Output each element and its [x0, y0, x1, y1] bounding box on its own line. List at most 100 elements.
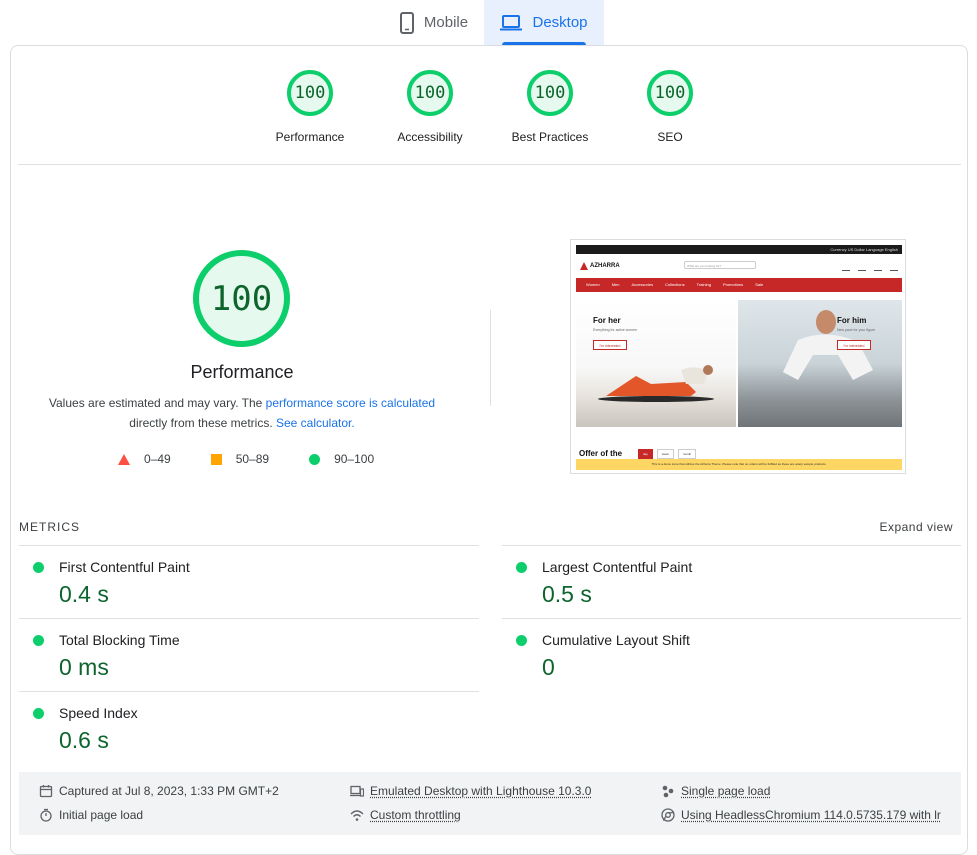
- tab-desktop-label: Desktop: [532, 14, 588, 31]
- score-value: 100: [287, 70, 333, 116]
- laptop-icon: [500, 14, 523, 31]
- metric-value: 0.5 s: [542, 581, 592, 607]
- score-label: Best Practices: [511, 130, 589, 144]
- stopwatch-icon: [40, 808, 52, 822]
- legend-fail: 0–49: [118, 452, 171, 466]
- see-calculator-link[interactable]: See calculator.: [276, 416, 355, 430]
- final-screenshot[interactable]: Currency US Dollar Language English AZHA…: [570, 239, 906, 474]
- divider: [502, 618, 961, 619]
- score-gauge-seo[interactable]: 100 SEO: [620, 70, 720, 144]
- captured-text: Captured at Jul 8, 2023, 1:33 PM GMT+2: [59, 784, 279, 798]
- circle-icon: [309, 453, 321, 465]
- logo-icon: [580, 262, 588, 270]
- thumb-hero-her: For her Everything for active women I'm …: [576, 300, 736, 427]
- performance-description: Values are estimated and may vary. The p…: [30, 393, 454, 433]
- metric-value: 0.6 s: [59, 727, 109, 753]
- hero-button: I'm interested: [837, 340, 871, 350]
- pass-circle-icon: [516, 562, 527, 573]
- triangle-icon: [118, 453, 130, 465]
- initial-page-load: Initial page load: [39, 808, 143, 822]
- thumb-offer-title: Offer of the: [579, 449, 623, 458]
- divider: [502, 545, 961, 546]
- emulated-device[interactable]: Emulated Desktop with Lighthouse 10.3.0: [350, 784, 591, 798]
- thumb-nav-item: Promotions: [722, 282, 744, 287]
- thumb-offer-tabs: day week month: [638, 449, 697, 459]
- metric-value: 0 ms: [59, 654, 109, 680]
- woman-exercising-image: [598, 365, 714, 402]
- score-gauge-accessibility[interactable]: 100 Accessibility: [380, 70, 480, 144]
- emulated-text: Emulated Desktop with Lighthouse 10.3.0: [370, 784, 592, 798]
- square-icon: [210, 453, 222, 465]
- score-legend: 0–49 50–89 90–100: [118, 452, 414, 466]
- thumb-nav-item: Training: [696, 282, 711, 287]
- pass-circle-icon: [516, 635, 527, 646]
- expand-view-button[interactable]: Expand view: [879, 520, 953, 534]
- chrome-icon: [661, 808, 675, 822]
- initial-load-text: Initial page load: [59, 808, 144, 822]
- single-page-icon: [662, 785, 674, 798]
- metric-name: Largest Contentful Paint: [542, 559, 693, 575]
- legend-label: 50–89: [235, 452, 270, 466]
- description-text: Values are estimated and may vary. The: [48, 396, 266, 410]
- vertical-divider: [490, 310, 491, 406]
- hero-title: For her: [593, 316, 621, 325]
- score-gauge-performance[interactable]: 100 Performance: [260, 70, 360, 144]
- score-label: Accessibility: [397, 130, 463, 144]
- heart-icon: [874, 260, 882, 271]
- single-page-load[interactable]: Single page load: [661, 784, 770, 798]
- score-value: 100: [527, 70, 573, 116]
- metric-name: Cumulative Layout Shift: [542, 632, 690, 648]
- thumb-nav-item: Accessories: [631, 282, 654, 287]
- pass-circle-icon: [33, 708, 44, 719]
- score-gauge-best-practices[interactable]: 100 Best Practices: [500, 70, 600, 144]
- tab-mobile-label: Mobile: [423, 14, 469, 31]
- devices-icon: [350, 785, 364, 797]
- performance-score-link[interactable]: performance score is calculated: [266, 396, 435, 410]
- thumb-nav-item: Women: [586, 282, 600, 287]
- tab-desktop[interactable]: Desktop: [484, 0, 604, 45]
- hero-subtitle: New pace for your figure: [837, 328, 876, 332]
- offer-tab: day: [638, 449, 653, 459]
- description-text: directly from these metrics.: [129, 416, 276, 430]
- score-value: 100: [647, 70, 693, 116]
- metric-name: Speed Index: [59, 705, 138, 721]
- thumb-nav-item: Sale: [755, 282, 764, 287]
- legend-label: 0–49: [144, 452, 171, 466]
- runtime-settings: Captured at Jul 8, 2023, 1:33 PM GMT+2 I…: [19, 772, 961, 835]
- thumb-hero-him: For him New pace for your figure I'm int…: [738, 300, 902, 427]
- pass-circle-icon: [33, 562, 44, 573]
- score-label: SEO: [657, 130, 683, 144]
- divider: [19, 545, 479, 546]
- tab-mobile[interactable]: Mobile: [384, 0, 484, 45]
- performance-score-gauge: 100: [193, 250, 290, 347]
- thumb-header-icons: [842, 260, 898, 271]
- metric-name: Total Blocking Time: [59, 632, 180, 648]
- captured-at: Captured at Jul 8, 2023, 1:33 PM GMT+2: [39, 784, 279, 798]
- headless-chromium[interactable]: Using HeadlessChromium 114.0.5735.179 wi…: [661, 808, 941, 822]
- user-icon: [842, 260, 850, 271]
- device-tabs: Mobile Desktop: [0, 0, 977, 45]
- chromium-text: Using HeadlessChromium 114.0.5735.179 wi…: [681, 808, 941, 822]
- legend-average: 50–89: [210, 452, 270, 466]
- score-value: 100: [407, 70, 453, 116]
- smartphone-icon: [399, 11, 414, 34]
- divider: [19, 691, 479, 692]
- cart-icon: [890, 260, 898, 271]
- metrics-section-label: METRICS: [19, 520, 80, 534]
- thumb-nav-item: Men: [611, 282, 620, 287]
- thumb-demo-banner: This is a demo store that utilizes the A…: [576, 459, 902, 470]
- offer-tab: week: [656, 449, 674, 459]
- offer-tab: month: [677, 449, 697, 459]
- hero-button: I'm interested: [593, 340, 627, 350]
- thumb-header: AZHARRA What are you looking for?: [576, 254, 902, 278]
- metric-name: First Contentful Paint: [59, 559, 190, 575]
- register-icon: [858, 260, 866, 271]
- single-page-text: Single page load: [681, 784, 771, 798]
- throttling-text: Custom throttling: [370, 808, 461, 822]
- hero-title: For him: [837, 316, 867, 325]
- custom-throttling[interactable]: Custom throttling: [350, 808, 461, 822]
- thumb-search: What are you looking for?: [684, 261, 756, 269]
- man-exercising-image: [783, 310, 873, 380]
- wifi-icon: [350, 810, 364, 821]
- pass-circle-icon: [33, 635, 44, 646]
